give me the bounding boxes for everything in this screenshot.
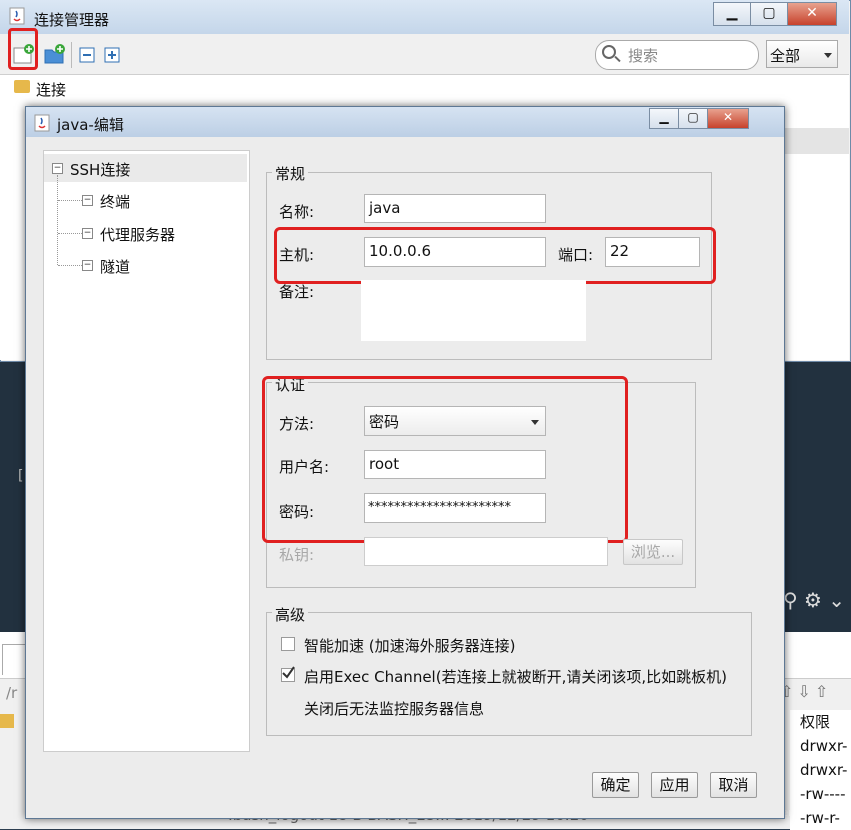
new-folder-icon[interactable] (44, 44, 66, 66)
transfer-icons[interactable]: ⇧⇩⇧ (780, 682, 832, 701)
tree-line (58, 233, 82, 234)
apply-button[interactable]: 应用 (651, 772, 698, 798)
nav-item-proxy[interactable]: 代理服务器 (100, 224, 175, 245)
perm-cell: -rw---- (800, 785, 846, 803)
nav-item-terminal[interactable]: 终端 (100, 191, 130, 212)
exec-channel-label: 启用Exec Channel(若连接上就被断开,请关闭该项,比如跳板机) (304, 668, 727, 686)
close-button[interactable]: ✕ (787, 2, 837, 26)
tool-icons[interactable]: ⚲ ⚙ ⌄ (783, 588, 845, 612)
note-textarea[interactable] (361, 280, 586, 341)
scope-value: 全部 (770, 47, 801, 65)
window-controls: ▁ ▢ ✕ (713, 2, 837, 26)
blurred-row (780, 128, 849, 154)
tree-line (57, 175, 58, 265)
search-placeholder: 搜索 (628, 47, 659, 65)
general-group-title: 常规 (272, 163, 309, 184)
perm-cell: drwxr- (800, 737, 848, 755)
exec-channel-checkbox[interactable] (281, 666, 295, 682)
ok-button[interactable]: 确定 (592, 772, 639, 798)
collapse-toggle-icon[interactable]: − (82, 228, 93, 239)
dialog-title: java-编辑 (57, 116, 124, 134)
expand-all-icon[interactable] (104, 47, 121, 64)
folder-icon (14, 80, 30, 93)
advanced-group-title: 高级 (272, 604, 309, 625)
window-title: 连接管理器 (34, 11, 110, 29)
highlight-new-connection (8, 28, 38, 70)
smart-accel-checkbox[interactable] (281, 637, 295, 651)
collapse-toggle-icon[interactable]: − (82, 260, 93, 271)
folder-icon (0, 714, 14, 728)
private-key-label: 私钥: (279, 546, 315, 564)
close-button[interactable]: ✕ (707, 108, 749, 129)
collapse-all-icon[interactable] (79, 47, 96, 64)
collapse-toggle-icon[interactable]: − (52, 163, 63, 174)
tree-line (58, 265, 82, 266)
terminal-bracket: [ (18, 468, 24, 484)
highlight-auth (262, 376, 628, 543)
private-key-field (364, 537, 608, 566)
java-icon (34, 114, 50, 132)
maximize-button[interactable]: ▢ (750, 2, 788, 26)
path-field[interactable]: /r (6, 684, 17, 702)
search-input[interactable] (595, 40, 759, 70)
nav-item-ssh[interactable]: SSH连接 (70, 159, 130, 180)
check-icon (282, 666, 295, 679)
chevron-down-icon (824, 53, 832, 58)
toolbar-separator (71, 42, 72, 68)
browse-button: 浏览... (623, 539, 683, 565)
smart-accel-label: 智能加速 (加速海外服务器连接) (304, 637, 516, 655)
tree-root-label[interactable]: 连接 (36, 79, 66, 100)
java-icon (9, 7, 25, 25)
minimize-button[interactable]: ▁ (649, 108, 679, 129)
nav-item-tunnel[interactable]: 隧道 (100, 256, 130, 277)
name-field[interactable]: java (364, 194, 546, 223)
dialog-window-controls: ▁ ▢ ✕ (649, 108, 749, 129)
file-permission-column: 权限 drwxr- drwxr- -rw---- -rw-r- (790, 710, 851, 830)
note-label: 备注: (279, 283, 315, 301)
exec-channel-note: 关闭后无法监控服务器信息 (304, 700, 485, 718)
minimize-button[interactable]: ▁ (713, 2, 751, 26)
name-label: 名称: (279, 203, 315, 221)
tree-line (58, 200, 82, 201)
collapse-toggle-icon[interactable]: − (82, 195, 93, 206)
file-browser-tab[interactable] (2, 644, 26, 675)
column-header-permission: 权限 (800, 713, 831, 731)
highlight-host-port (274, 227, 716, 284)
cancel-button[interactable]: 取消 (710, 772, 757, 798)
maximize-button[interactable]: ▢ (678, 108, 708, 129)
perm-cell: -rw-r- (800, 809, 840, 827)
perm-cell: drwxr- (800, 761, 848, 779)
